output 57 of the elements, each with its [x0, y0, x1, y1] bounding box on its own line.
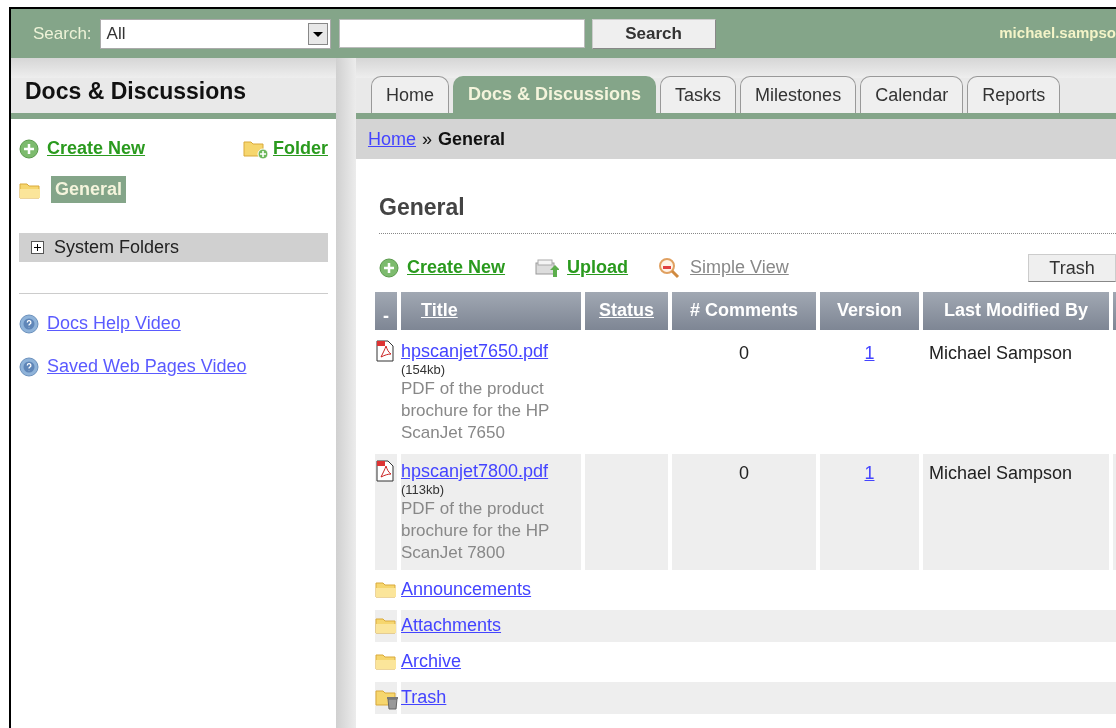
create-new-link[interactable]: Create New: [19, 135, 146, 162]
subfolder-link[interactable]: Archive: [401, 651, 462, 671]
help-icon: [19, 313, 39, 334]
new-folder-link[interactable]: Folder: [243, 135, 328, 162]
comment-count: 0: [739, 462, 749, 483]
breadcrumb-current: General: [438, 127, 506, 151]
search-label: Search:: [33, 22, 92, 45]
simple-view-link[interactable]: Simple View: [658, 254, 789, 281]
create-new-link[interactable]: Create New: [379, 254, 506, 281]
plus-circle-icon: [379, 257, 399, 278]
subfolder-link[interactable]: Trash: [401, 687, 447, 707]
trash-button[interactable]: Trash: [1028, 253, 1116, 282]
tab[interactable]: Tasks: [660, 76, 737, 113]
breadcrumb-link[interactable]: Home: [368, 125, 416, 153]
trash-folder-icon: [375, 687, 399, 710]
help-link[interactable]: Docs Help Video: [19, 310, 328, 337]
scope-select[interactable]: All: [99, 18, 331, 49]
tab[interactable]: Reports: [967, 76, 1061, 113]
modified-by: Michael Sampson: [929, 462, 1073, 483]
tab[interactable]: Home: [371, 76, 449, 113]
column-header: # Comments: [690, 300, 798, 320]
search-button[interactable]: Search: [591, 18, 716, 49]
breadcrumb-separator: »: [422, 127, 433, 151]
folder-icon: [375, 579, 397, 598]
file-size: (154kb): [401, 361, 447, 378]
sidebar-title: Docs & Discussions: [25, 76, 247, 106]
plus-circle-icon: [19, 138, 39, 159]
file-link[interactable]: hpscanjet7650.pdf: [401, 339, 581, 362]
upload-icon: [535, 257, 560, 278]
folder-icon: [375, 615, 397, 634]
subfolder-link[interactable]: Attachments: [401, 615, 502, 635]
search-field[interactable]: [338, 19, 585, 48]
column-header: -: [383, 305, 389, 326]
file-description: PDF of the product brochure for the HP ScanJet 7650: [401, 377, 551, 444]
column-header: Last Modified By: [944, 300, 1088, 320]
subfolder-link[interactable]: Announcements: [401, 579, 532, 599]
pdf-file-icon: [375, 459, 395, 482]
version-link[interactable]: 1: [864, 342, 875, 363]
help-link[interactable]: Saved Web Pages Video: [19, 353, 328, 380]
file-description: PDF of the product brochure for the HP ScanJet 7800: [401, 497, 551, 564]
version-link[interactable]: 1: [864, 462, 875, 483]
comment-count: 0: [739, 342, 749, 363]
folder-heading: General: [379, 194, 465, 220]
modified-by: Michael Sampson: [929, 342, 1073, 363]
column-header: Version: [837, 300, 902, 320]
folder-icon: [375, 651, 397, 670]
help-icon: [19, 356, 39, 377]
column-header[interactable]: Title: [421, 300, 458, 320]
tab[interactable]: Calendar: [860, 76, 964, 113]
file-size: (113kb): [401, 481, 446, 498]
new-folder-icon: [243, 138, 269, 159]
system-folders-bar[interactable]: System Folders: [19, 233, 328, 262]
upload-link[interactable]: Upload: [535, 254, 629, 281]
file-link[interactable]: hpscanjet7800.pdf: [401, 459, 581, 482]
expand-icon[interactable]: [31, 241, 44, 254]
folder-icon: [19, 180, 41, 199]
tab[interactable]: Milestones: [740, 76, 857, 113]
